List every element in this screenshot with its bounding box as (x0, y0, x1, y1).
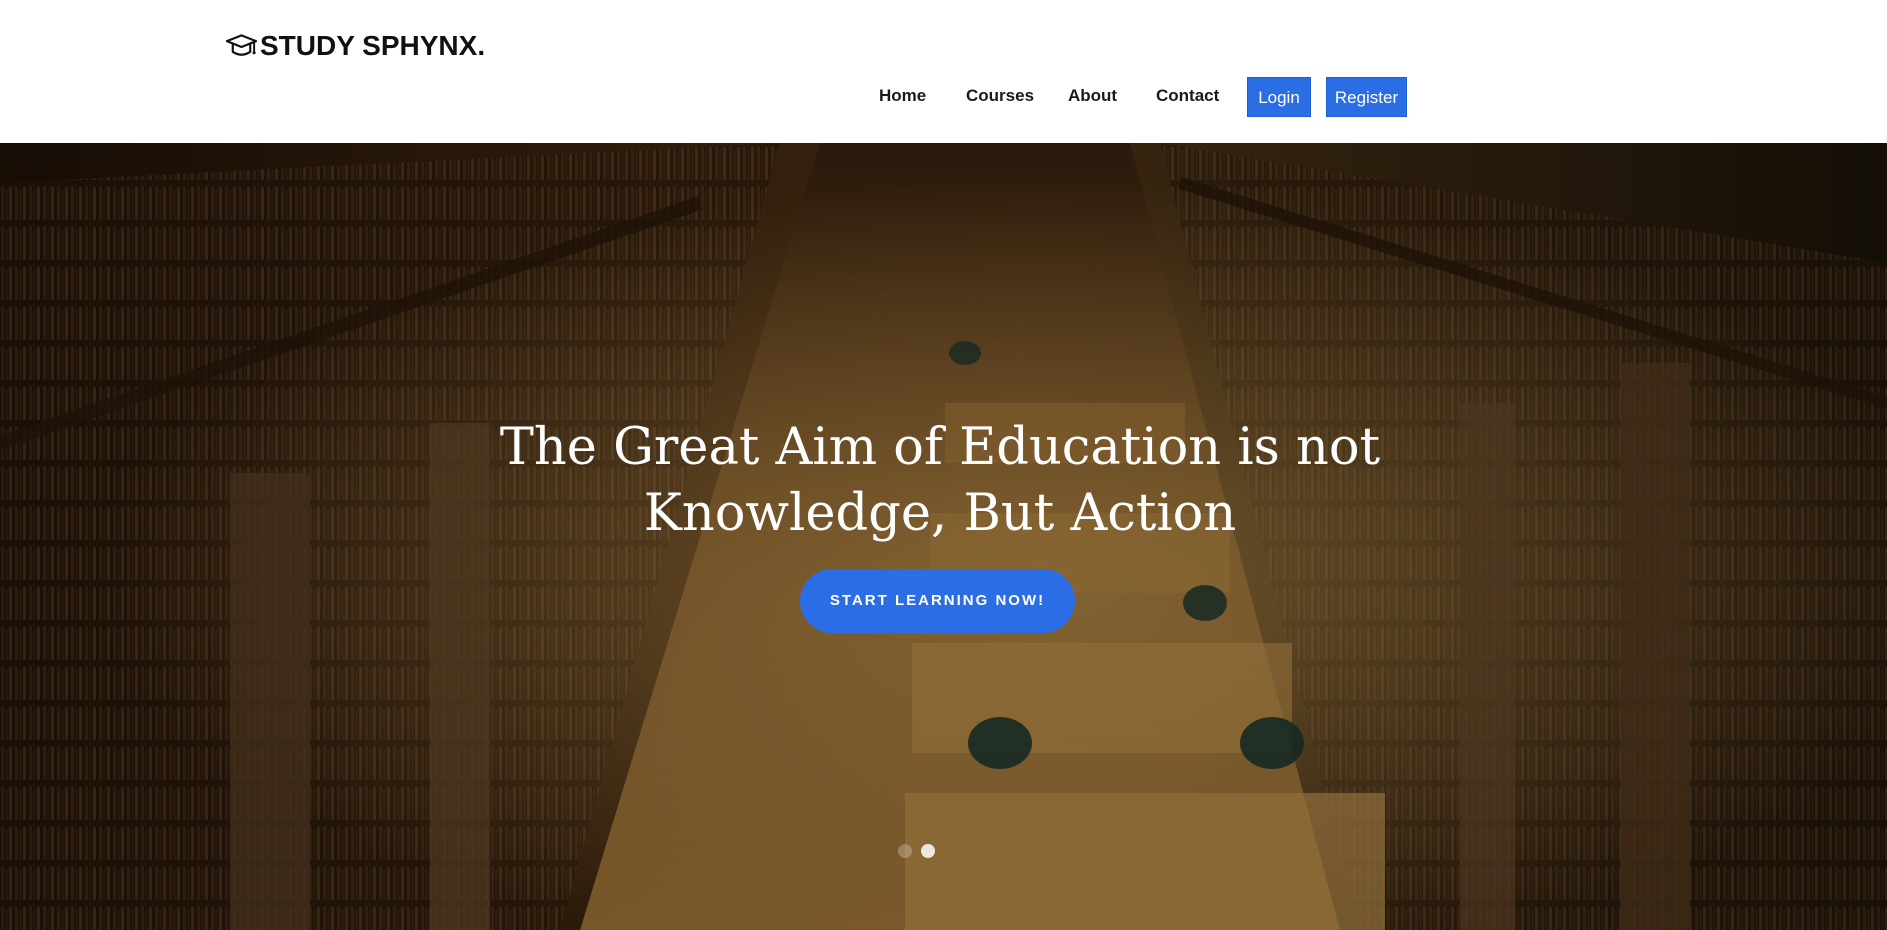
hero-headline-line1: The Great Aim of Education is not (499, 418, 1381, 477)
brand-name: STUDY SPHYNX. (260, 30, 486, 61)
carousel-dot-1[interactable] (898, 844, 912, 858)
carousel-dot-2[interactable] (921, 844, 935, 858)
hero-carousel: The Great Aim of Education is not Knowle… (0, 143, 1887, 930)
hero-headline: The Great Aim of Education is not Knowle… (440, 415, 1440, 547)
nav-contact[interactable]: Contact (1156, 78, 1219, 114)
nav-about[interactable]: About (1068, 78, 1117, 114)
nav-courses[interactable]: Courses (966, 78, 1034, 114)
login-button[interactable]: Login (1247, 77, 1311, 117)
brand-logo[interactable]: STUDY SPHYNX. (225, 28, 485, 64)
carousel-indicators (898, 843, 935, 859)
register-button[interactable]: Register (1326, 77, 1407, 117)
graduation-cap-icon (225, 32, 258, 60)
start-learning-button[interactable]: START LEARNING NOW! (800, 569, 1075, 633)
hero-headline-line2: Knowledge, But Action (643, 484, 1237, 543)
site-header: STUDY SPHYNX. Home Courses About Contact… (0, 0, 1887, 143)
nav-home[interactable]: Home (879, 78, 926, 114)
